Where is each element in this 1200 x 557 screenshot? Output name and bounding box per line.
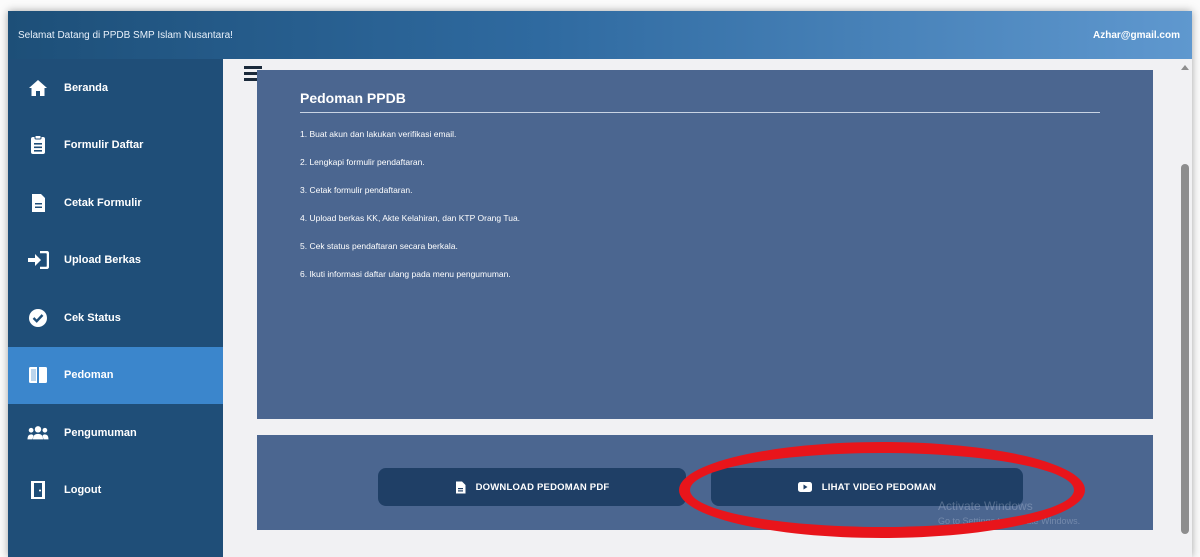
sidebar-item-upload-berkas[interactable]: Upload Berkas (8, 232, 223, 290)
sidebar-item-label: Pedoman (64, 369, 114, 382)
scrollbar-thumb[interactable] (1181, 164, 1189, 534)
sidebar-item-cek-status[interactable]: Cek Status (8, 289, 223, 347)
users-icon (27, 422, 49, 444)
download-pdf-button[interactable]: DOWNLOAD PEDOMAN PDF (378, 468, 686, 506)
title-divider (300, 112, 1100, 113)
page-title: Pedoman PPDB (300, 90, 406, 106)
check-circle-icon (27, 307, 49, 329)
home-icon (27, 77, 49, 99)
guide-panel: Pedoman PPDB 1. Buat akun dan lakukan ve… (257, 70, 1153, 419)
sidebar-item-label: Pengumuman (64, 426, 137, 439)
sidebar-item-label: Formulir Daftar (64, 139, 144, 152)
book-icon (27, 364, 49, 386)
screenshot-frame: Selamat Datang di PPDB SMP Islam Nusanta… (0, 0, 1200, 557)
door-icon (27, 479, 49, 501)
clipboard-icon (27, 134, 49, 156)
sidebar-item-cetak-formulir[interactable]: Cetak Formulir (8, 174, 223, 232)
top-bar: Selamat Datang di PPDB SMP Islam Nusanta… (8, 11, 1192, 59)
list-item: 5. Cek status pendaftaran secara berkala… (300, 241, 458, 251)
list-item: 2. Lengkapi formulir pendaftaran. (300, 157, 425, 167)
sidebar-item-pedoman[interactable]: Pedoman (8, 346, 223, 404)
sidebar-item-label: Cetak Formulir (64, 196, 142, 209)
sidebar-item-label: Cek Status (64, 311, 121, 324)
vertical-scrollbar[interactable] (1178, 59, 1192, 557)
sidebar-item-label: Beranda (64, 81, 109, 94)
welcome-text: Selamat Datang di PPDB SMP Islam Nusanta… (18, 29, 233, 41)
sidebar: Beranda Formulir Daftar Cetak Formulir U… (8, 59, 223, 557)
list-item: 3. Cetak formulir pendaftaran. (300, 185, 413, 195)
sidebar-item-pengumuman[interactable]: Pengumuman (8, 404, 223, 462)
list-item: 4. Upload berkas KK, Akte Kelahiran, dan… (300, 213, 521, 223)
sidebar-item-beranda[interactable]: Beranda (8, 59, 223, 117)
file-pdf-icon (455, 481, 466, 494)
guide-steps: 1. Buat akun dan lakukan verifikasi emai… (300, 129, 520, 297)
user-email[interactable]: Azhar@gmail.com (1093, 30, 1180, 41)
list-item: 6. Ikuti informasi daftar ulang pada men… (300, 269, 511, 279)
list-item: 1. Buat akun dan lakukan verifikasi emai… (300, 129, 457, 139)
sidebar-item-formulir-daftar[interactable]: Formulir Daftar (8, 117, 223, 175)
app-window: Selamat Datang di PPDB SMP Islam Nusanta… (8, 11, 1192, 557)
sidebar-item-label: Upload Berkas (64, 254, 142, 267)
download-pdf-label: DOWNLOAD PEDOMAN PDF (475, 481, 610, 493)
sidebar-item-logout[interactable]: Logout (8, 462, 223, 520)
sign-in-icon (27, 249, 49, 271)
scroll-up-icon[interactable] (1181, 65, 1189, 70)
document-icon (27, 192, 49, 214)
highlight-annotation (679, 442, 1085, 538)
sidebar-item-label: Logout (64, 484, 102, 497)
